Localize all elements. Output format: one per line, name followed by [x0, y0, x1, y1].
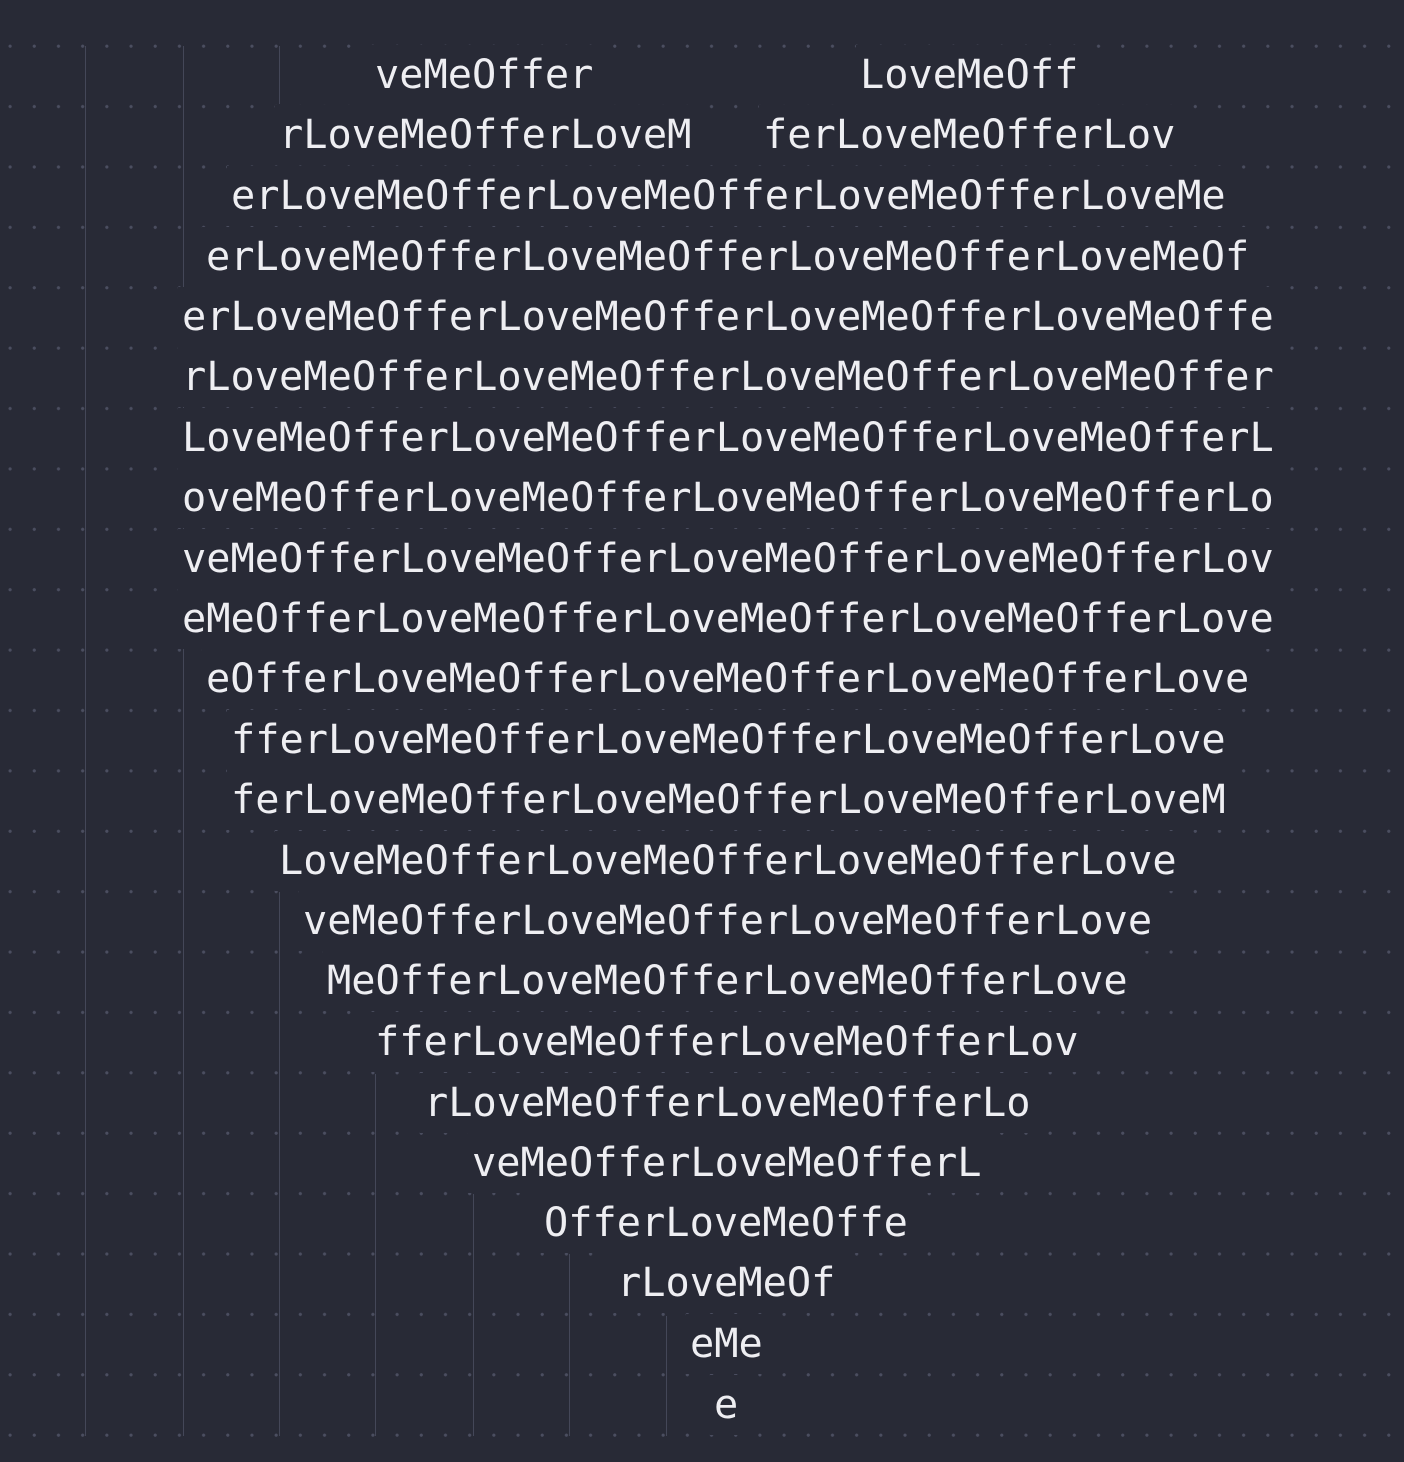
indent-guide [569, 1254, 570, 1436]
code-line: oveMeOfferLoveMeOfferLoveMeOfferLoveMeOf… [178, 468, 1278, 528]
code-line: eMe [686, 1314, 767, 1374]
indent-guide [375, 1074, 376, 1436]
code-line: ferLoveMeOfferLoveMeOfferLoveMeOfferLove… [227, 770, 1230, 830]
code-line: erLoveMeOfferLoveMeOfferLoveMeOfferLoveM… [178, 287, 1278, 347]
code-line: LoveMeOfferLoveMeOfferLoveMeOfferLove [275, 831, 1181, 891]
code-line: MeOfferLoveMeOfferLoveMeOfferLove [323, 951, 1132, 1011]
code-line: rLoveMeOfferLoveM [275, 105, 696, 165]
code-line: erLoveMeOfferLoveMeOfferLoveMeOfferLoveM… [227, 166, 1230, 226]
code-line: LoveMeOfferLoveMeOfferLoveMeOfferLoveMeO… [178, 408, 1278, 468]
code-line: ferLoveMeOfferLov [759, 105, 1180, 165]
code-line: eMeOfferLoveMeOfferLoveMeOfferLoveMeOffe… [178, 589, 1278, 649]
code-line: erLoveMeOfferLoveMeOfferLoveMeOfferLoveM… [202, 227, 1254, 287]
code-line: fferLoveMeOfferLoveMeOfferLoveMeOfferLov… [227, 710, 1230, 770]
code-line: LoveMeOff [856, 45, 1083, 105]
code-editor[interactable]: veMeOffer LoveMeOff rLoveMeOfferLoveM fe… [0, 0, 1404, 1462]
indent-guide [666, 1316, 667, 1436]
indent-guide [85, 46, 86, 1436]
code-line: rLoveMeOf [613, 1253, 840, 1313]
code-line: veMeOffer [371, 45, 598, 105]
code-line: e [710, 1375, 743, 1435]
indent-guide [279, 892, 280, 1436]
code-line: eOfferLoveMeOfferLoveMeOfferLoveMeOfferL… [202, 649, 1254, 709]
code-line: rLoveMeOfferLoveMeOfferLo [420, 1073, 1035, 1133]
code-line: veMeOfferLoveMeOfferLoveMeOfferLoveMeOff… [178, 529, 1278, 589]
code-line: veMeOfferLoveMeOfferLoveMeOfferLove [299, 891, 1157, 951]
indent-guide [183, 46, 184, 1436]
code-line: OfferLoveMeOffe [540, 1193, 912, 1253]
indent-guide [473, 1194, 474, 1436]
indent-guide [279, 46, 280, 104]
code-line: rLoveMeOfferLoveMeOfferLoveMeOfferLoveMe… [178, 347, 1278, 407]
code-line: fferLoveMeOfferLoveMeOfferLov [371, 1012, 1083, 1072]
code-line: veMeOfferLoveMeOfferL [468, 1133, 986, 1193]
